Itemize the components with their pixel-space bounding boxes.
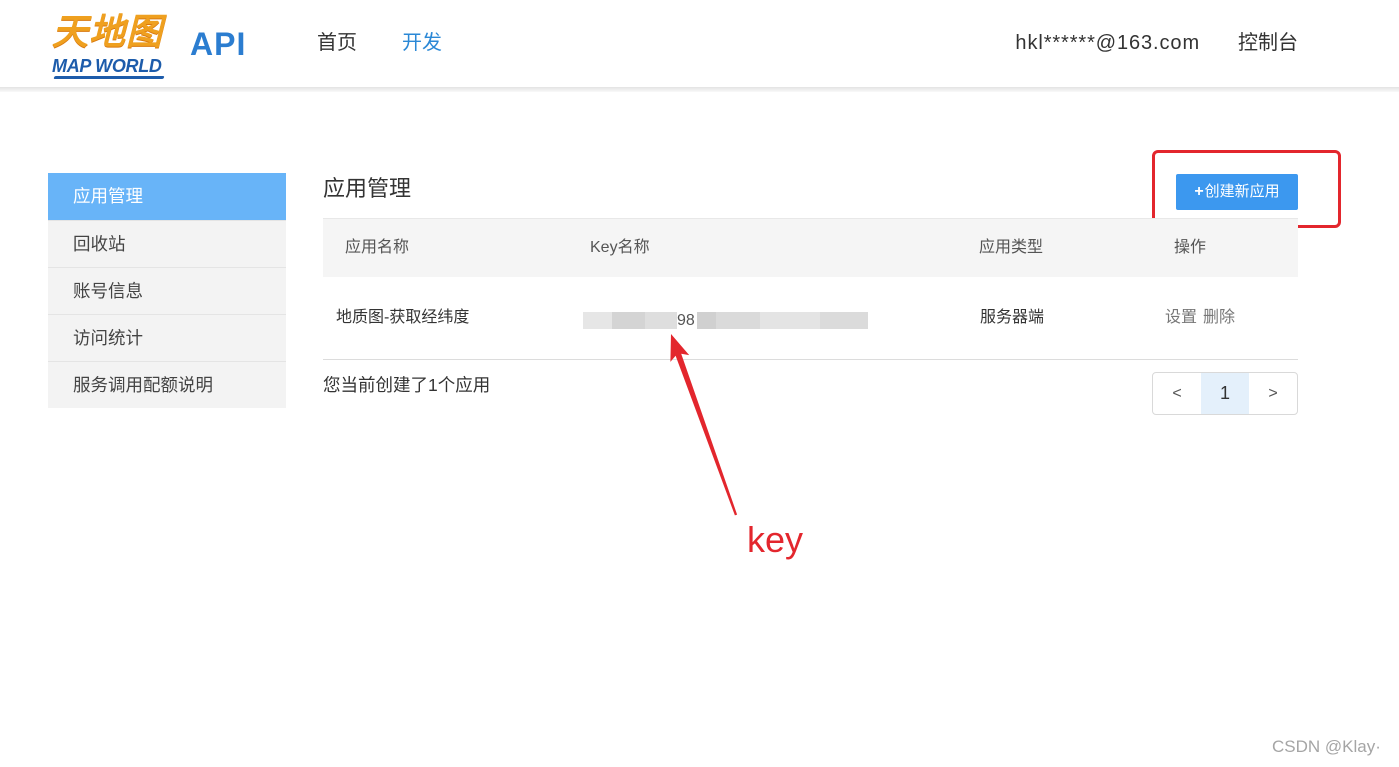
create-app-button[interactable]: +创建新应用 xyxy=(1176,174,1298,210)
app-count-summary: 您当前创建了1个应用 xyxy=(323,375,491,395)
key-redaction-block xyxy=(820,312,868,329)
page-number-current[interactable]: 1 xyxy=(1201,373,1249,414)
column-header-app-name: 应用名称 xyxy=(345,239,410,256)
page-title: 应用管理 xyxy=(323,176,412,201)
create-app-button-label: 创建新应用 xyxy=(1204,183,1280,200)
annotation-arrow xyxy=(670,334,738,516)
tianditu-logo[interactable]: 天地图 MAP WORLD xyxy=(50,10,170,80)
plus-icon: + xyxy=(1194,183,1204,200)
cell-app-type: 服务器端 xyxy=(980,309,1045,326)
logo-title-cn: 天地图 xyxy=(52,11,164,52)
header-divider xyxy=(0,87,1399,92)
key-visible-fragment: 98 xyxy=(677,312,695,329)
key-redaction-block xyxy=(612,312,645,329)
sidebar-item-quota-info[interactable]: 服务调用配额说明 xyxy=(48,361,286,408)
cell-actions: 设置 删除 xyxy=(1165,277,1235,359)
key-redaction-block xyxy=(716,312,760,329)
logo-swoosh xyxy=(53,76,165,79)
sidebar-item-account-info[interactable]: 账号信息 xyxy=(48,267,286,314)
nav-develop[interactable]: 开发 xyxy=(402,30,442,56)
cell-app-name: 地质图-获取经纬度 xyxy=(336,309,470,326)
logo-title-en: MAP WORLD xyxy=(52,56,162,76)
app-table: 应用名称 Key名称 应用类型 操作 地质图-获取经纬度 98 服务器端 设置删… xyxy=(323,218,1298,360)
column-header-app-type: 应用类型 xyxy=(979,239,1044,256)
table-row: 地质图-获取经纬度 98 服务器端 设置 删除 xyxy=(323,277,1298,360)
chevron-left-icon[interactable]: < xyxy=(1153,373,1201,414)
cell-key: 98 xyxy=(583,312,868,329)
sidebar-item-access-stats[interactable]: 访问统计 xyxy=(48,314,286,361)
product-label: API xyxy=(190,26,247,62)
user-account[interactable]: hkl******@163.com xyxy=(1015,30,1200,56)
annotation-label: key xyxy=(747,519,804,560)
delete-link[interactable]: 删除 xyxy=(1203,309,1235,326)
sidebar-item-recycle-bin[interactable]: 回收站 xyxy=(48,220,286,267)
settings-link[interactable]: 设置 xyxy=(1165,309,1197,326)
key-redaction-block xyxy=(760,312,820,329)
key-redaction-block xyxy=(583,312,612,329)
column-header-key-name: Key名称 xyxy=(590,239,650,256)
sidebar-item-app-management[interactable]: 应用管理 xyxy=(48,173,286,220)
chevron-right-icon[interactable]: > xyxy=(1249,373,1297,414)
nav-home[interactable]: 首页 xyxy=(317,30,357,56)
key-redaction-block xyxy=(645,312,677,329)
top-header: 天地图 MAP WORLD API 首页 开发 hkl******@163.co… xyxy=(0,0,1399,88)
table-header: 应用名称 Key名称 应用类型 操作 xyxy=(323,218,1298,277)
column-header-actions: 操作 xyxy=(1174,239,1207,256)
watermark: CSDN @Klay· xyxy=(1272,737,1381,756)
key-redaction-block xyxy=(697,312,716,329)
console-link[interactable]: 控制台 xyxy=(1238,30,1298,56)
sidebar-menu: 应用管理 回收站 账号信息 访问统计 服务调用配额说明 xyxy=(48,173,286,408)
pagination: < 1 > xyxy=(1152,372,1298,415)
